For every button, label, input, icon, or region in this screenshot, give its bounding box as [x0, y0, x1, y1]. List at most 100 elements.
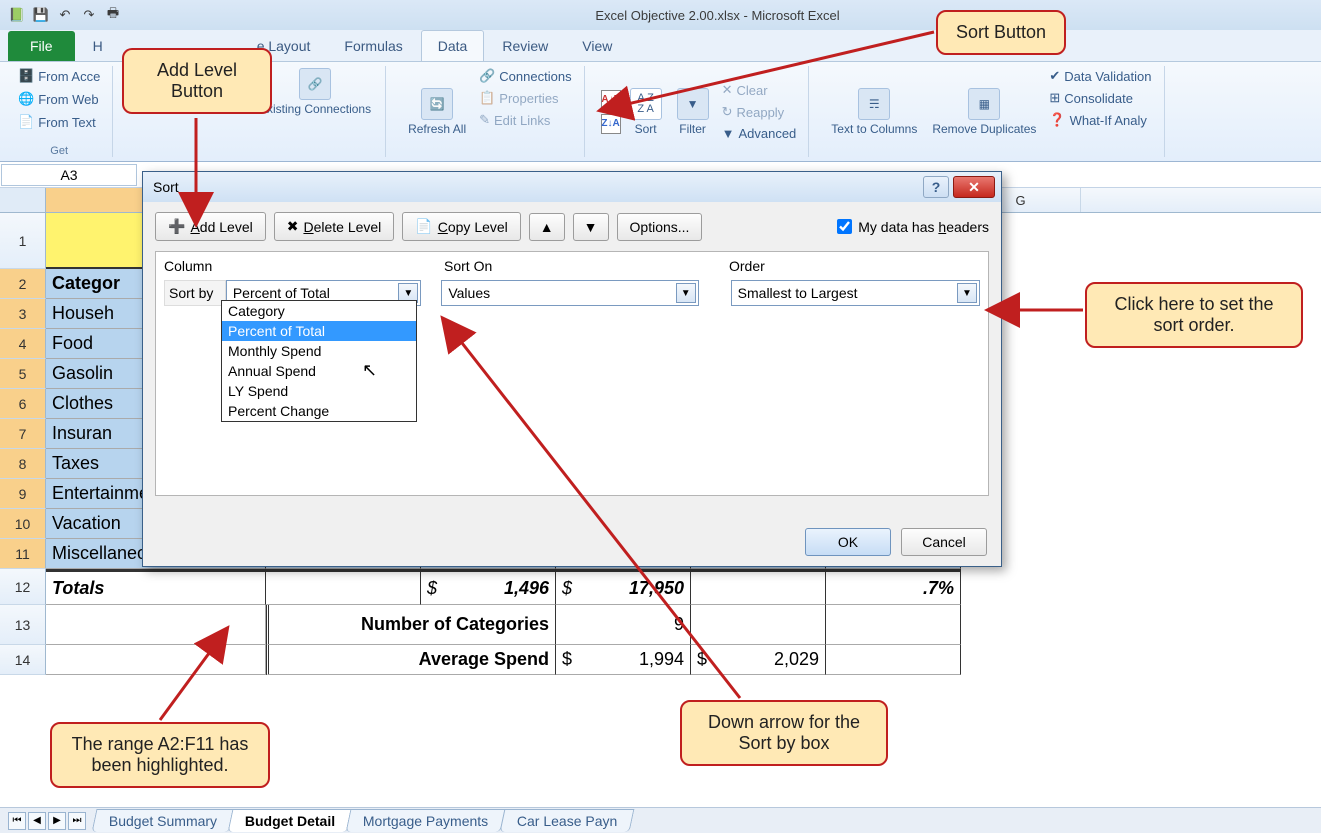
dropdown-option[interactable]: Category: [222, 301, 416, 321]
sheet-tab[interactable]: Budget Detail: [228, 809, 353, 832]
data-validation-button[interactable]: ✔Data Validation: [1045, 66, 1155, 86]
edit-links-button[interactable]: ✎Edit Links: [475, 110, 575, 130]
cell[interactable]: [691, 569, 826, 605]
order-header: Order: [729, 258, 980, 274]
row-header[interactable]: 13: [0, 605, 46, 645]
cell[interactable]: [691, 605, 826, 645]
dialog-footer: OK Cancel: [805, 528, 987, 556]
tab-file[interactable]: File: [8, 31, 75, 61]
ok-button[interactable]: OK: [805, 528, 891, 556]
clear-button[interactable]: ✕Clear: [718, 80, 801, 100]
copy-level-button[interactable]: 📄Copy Level: [402, 212, 521, 241]
cell[interactable]: $1,994: [556, 645, 691, 675]
name-box[interactable]: A3: [1, 164, 137, 186]
ttc-icon: ☴: [858, 88, 890, 120]
cell[interactable]: [46, 605, 266, 645]
sorton-combo[interactable]: Values▼: [441, 280, 698, 306]
row-header[interactable]: 7: [0, 419, 46, 449]
cell[interactable]: [826, 645, 961, 675]
refresh-all-button[interactable]: 🔄Refresh All: [402, 66, 472, 157]
row-header[interactable]: 9: [0, 479, 46, 509]
dropdown-option[interactable]: Monthly Spend: [222, 341, 416, 361]
column-header: Column: [164, 258, 444, 274]
row-header[interactable]: 10: [0, 509, 46, 539]
filter-button[interactable]: ▼Filter: [671, 86, 715, 138]
row-header[interactable]: 5: [0, 359, 46, 389]
tab-data[interactable]: Data: [421, 30, 485, 61]
sortby-dropdown-list[interactable]: Category Percent of Total Monthly Spend …: [221, 300, 417, 422]
quick-access-toolbar: 📗 💾 ↶ ↷ 🖶: [8, 6, 122, 24]
dropdown-option[interactable]: Percent of Total: [222, 321, 416, 341]
dialog-close-button[interactable]: ✕: [953, 176, 995, 198]
connections-button[interactable]: 🔗Connections: [475, 66, 575, 86]
headers-checkbox-input[interactable]: [837, 219, 852, 234]
sheet-nav-last[interactable]: ⏭: [68, 812, 86, 830]
cell[interactable]: Average Spend: [266, 645, 556, 675]
row-header[interactable]: 3: [0, 299, 46, 329]
cell[interactable]: $17,950: [556, 569, 691, 605]
advanced-button[interactable]: ▼Advanced: [718, 124, 801, 143]
delete-level-button[interactable]: ✖Delete Level: [274, 212, 395, 241]
tab-view[interactable]: View: [566, 31, 628, 61]
dialog-help-button[interactable]: ?: [923, 176, 949, 198]
move-down-button[interactable]: ▼: [573, 213, 609, 241]
headers-checkbox[interactable]: My data has headers: [837, 219, 989, 235]
row-header[interactable]: 8: [0, 449, 46, 479]
consolidate-button[interactable]: ⊞Consolidate: [1045, 88, 1155, 108]
cell[interactable]: [826, 605, 961, 645]
reapply-button[interactable]: ↻Reapply: [718, 102, 801, 122]
from-web-button[interactable]: 🌐From Web: [14, 89, 104, 109]
tab-home[interactable]: H: [77, 31, 119, 61]
chevron-down-icon[interactable]: ▼: [676, 283, 696, 303]
from-text-button[interactable]: 📄From Text: [14, 112, 104, 132]
row-header[interactable]: 1: [0, 213, 46, 269]
sort-za-icon[interactable]: Z↓A: [601, 114, 621, 134]
save-icon[interactable]: 💾: [32, 6, 50, 24]
dropdown-option[interactable]: Percent Change: [222, 401, 416, 421]
row-header[interactable]: 12: [0, 569, 46, 605]
redo-icon[interactable]: ↷: [80, 6, 98, 24]
callout-down-arrow: Down arrow for the Sort by box: [680, 700, 888, 766]
sheet-tab[interactable]: Mortgage Payments: [346, 809, 506, 832]
dropdown-option[interactable]: LY Spend: [222, 381, 416, 401]
cell[interactable]: $1,496: [421, 569, 556, 605]
what-if-button[interactable]: ❓What-If Analy: [1045, 110, 1155, 130]
cell[interactable]: 9: [556, 605, 691, 645]
select-all-corner[interactable]: [0, 188, 46, 212]
sheet-nav-prev[interactable]: ◀: [28, 812, 46, 830]
properties-button[interactable]: 📋Properties: [475, 88, 575, 108]
row-header[interactable]: 6: [0, 389, 46, 419]
dropdown-option[interactable]: Annual Spend: [222, 361, 416, 381]
cell[interactable]: .7%: [826, 569, 961, 605]
cell[interactable]: Number of Categories: [266, 605, 556, 645]
from-access-button[interactable]: 🗄️From Acce: [14, 66, 104, 86]
move-up-button[interactable]: ▲: [529, 213, 565, 241]
sort-az-icon[interactable]: A↓Z: [601, 90, 621, 110]
callout-range-highlight: The range A2:F11 has been highlighted.: [50, 722, 270, 788]
cell[interactable]: Totals: [46, 569, 266, 605]
row-header[interactable]: 2: [0, 269, 46, 299]
add-level-button[interactable]: ➕Add Level: [155, 212, 266, 241]
undo-icon[interactable]: ↶: [56, 6, 74, 24]
tab-formulas[interactable]: Formulas: [328, 31, 418, 61]
order-combo[interactable]: Smallest to Largest▼: [731, 280, 980, 306]
print-icon[interactable]: 🖶: [104, 6, 122, 24]
sort-button[interactable]: A ZZ ASort: [624, 86, 668, 138]
sheet-tab[interactable]: Budget Summary: [92, 809, 235, 832]
props-icon: 📋: [479, 90, 495, 106]
remove-duplicates-button[interactable]: ▦Remove Duplicates: [926, 66, 1042, 157]
text-to-columns-button[interactable]: ☴Text to Columns: [825, 66, 923, 157]
cell[interactable]: $2,029: [691, 645, 826, 675]
sheet-nav-next[interactable]: ▶: [48, 812, 66, 830]
row-header[interactable]: 4: [0, 329, 46, 359]
options-button[interactable]: Options...: [617, 213, 703, 241]
cell[interactable]: [46, 645, 266, 675]
tab-review[interactable]: Review: [486, 31, 564, 61]
chevron-down-icon[interactable]: ▼: [957, 283, 977, 303]
cancel-button[interactable]: Cancel: [901, 528, 987, 556]
cell[interactable]: [266, 569, 421, 605]
sheet-nav-first[interactable]: ⏮: [8, 812, 26, 830]
row-header[interactable]: 11: [0, 539, 46, 569]
sheet-tab[interactable]: Car Lease Payn: [499, 809, 634, 832]
row-header[interactable]: 14: [0, 645, 46, 675]
